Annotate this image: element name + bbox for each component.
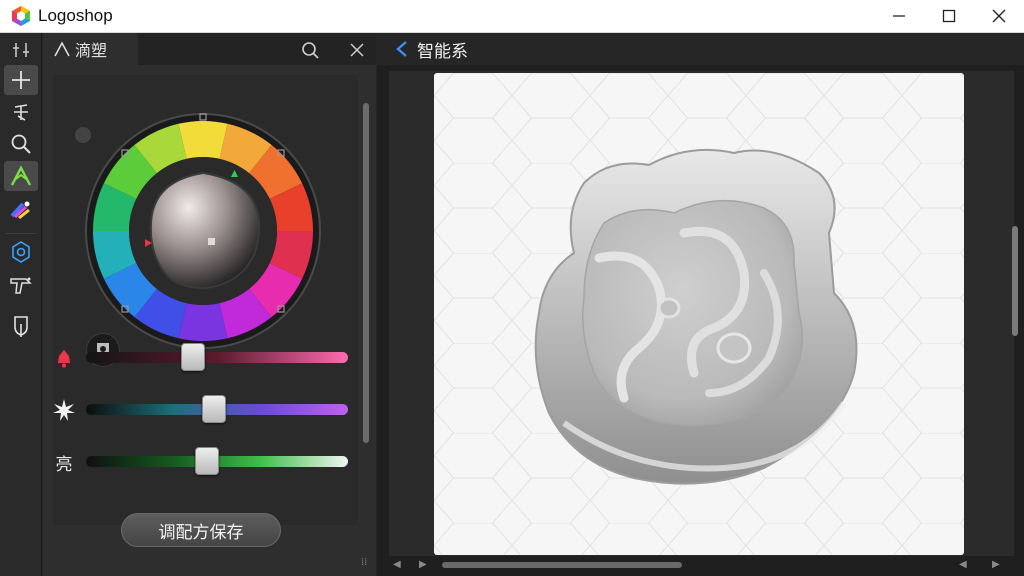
toolbar-divider [6, 233, 36, 234]
scroll-right-icon[interactable]: ▶ [992, 559, 1000, 570]
scroll-left-icon[interactable]: ◀ [393, 559, 401, 570]
color-picker-marker[interactable] [208, 238, 215, 245]
chevron-left-icon[interactable] [395, 40, 409, 58]
panel-resize-grip[interactable]: ⁞⁞ [361, 557, 367, 568]
bell-icon [51, 345, 77, 371]
brightness-slider-thumb[interactable] [194, 447, 219, 475]
panel-scrollbar-thumb[interactable] [363, 103, 369, 443]
eyedropper-icon [54, 41, 70, 57]
tab-drip[interactable]: 滴塑 [43, 33, 138, 65]
tool-eyedropper[interactable] [4, 161, 38, 191]
canvas-horizontal-scrollbar[interactable]: ◀ ▶ ◀ ▶ [387, 558, 1017, 572]
canvas-vertical-scrollbar[interactable] [1010, 71, 1020, 556]
app-window: Logoshop 滴塑 亮 调配方保存 ⁞⁞ 智能系 ◀ ▶ ◀ ▶ [0, 0, 1024, 576]
move-crosshair-icon [12, 71, 30, 89]
wheel-hue-segment[interactable] [178, 303, 228, 341]
tool-bar [0, 33, 42, 576]
canvas-area: 智能系 ◀ ▶ ◀ ▶ [377, 33, 1024, 576]
maximize-button[interactable] [924, 0, 974, 32]
close-icon[interactable] [347, 40, 367, 60]
close-icon [992, 9, 1006, 23]
tool-palette[interactable] [4, 195, 38, 225]
hue-slider-track[interactable] [86, 352, 348, 363]
settings-gear-icon [12, 241, 30, 263]
zoom-icon [11, 134, 31, 154]
brightness-label: 亮 [55, 454, 73, 475]
slider-row-saturation [51, 395, 351, 425]
canvas-header: 智能系 [377, 33, 1024, 65]
emblem-dot-2 [657, 297, 681, 319]
saturation-value-area[interactable] [149, 171, 261, 290]
panel-tab-label: 滴塑 [75, 41, 108, 60]
color-wheel[interactable] [83, 111, 323, 351]
app-title: Logoshop [38, 6, 113, 25]
canvas-horizontal-scrollbar-thumb[interactable] [442, 562, 682, 568]
slider-row-brightness: 亮 [51, 447, 351, 477]
artwork-preview [434, 73, 964, 555]
sparkle-icon [51, 397, 77, 423]
emblem-dot-1 [716, 332, 752, 364]
logoshop-hexagon-icon [12, 6, 30, 26]
tool-brush[interactable] [4, 271, 38, 301]
search-icon[interactable] [299, 39, 321, 61]
text-tool-icon [14, 104, 28, 121]
panel-header: 滴塑 [43, 33, 376, 65]
minimize-icon [893, 15, 905, 17]
eyedropper-icon [10, 165, 32, 186]
wheel-hue-segment[interactable] [178, 121, 228, 159]
scroll-right-small-icon[interactable]: ▶ [419, 559, 427, 570]
save-recipe-button[interactable]: 调配方保存 [121, 513, 281, 547]
tool-settings[interactable] [4, 237, 38, 267]
brush-tool-icon [10, 277, 32, 294]
hue-slider-thumb[interactable] [181, 343, 206, 371]
canvas-title: 智能系 [417, 41, 468, 62]
saturation-slider-thumb[interactable] [202, 395, 227, 423]
scroll-left-end-icon[interactable]: ◀ [959, 559, 967, 570]
panel-scrollbar[interactable] [362, 69, 370, 574]
tool-text[interactable] [4, 97, 38, 127]
shield-tool-icon [14, 316, 28, 337]
minimize-button[interactable] [874, 0, 924, 32]
close-window-button[interactable] [974, 0, 1024, 32]
drag-handle-icon [13, 43, 29, 57]
canvas-vertical-scrollbar-thumb[interactable] [1012, 226, 1018, 336]
tool-drag-handle[interactable] [4, 35, 38, 65]
canvas-viewport[interactable] [389, 71, 1014, 556]
palette-icon [10, 201, 30, 220]
tool-zoom[interactable] [4, 129, 38, 159]
title-bar[interactable]: Logoshop [0, 0, 1024, 33]
artboard[interactable] [434, 73, 964, 555]
tool-move[interactable] [4, 65, 38, 95]
tool-shield[interactable] [4, 311, 38, 341]
slider-row-hue [51, 343, 351, 373]
drip-panel: 滴塑 亮 调配方保存 ⁞⁞ [43, 33, 376, 576]
maximize-icon [942, 9, 956, 23]
